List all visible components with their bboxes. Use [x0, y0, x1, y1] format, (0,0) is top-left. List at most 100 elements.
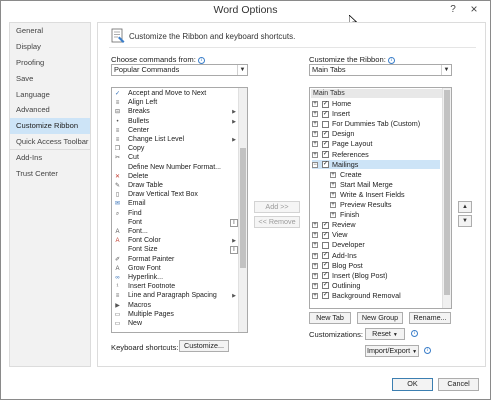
ribbon-tab-item[interactable]: + ✓ Home: [312, 99, 440, 109]
ribbon-tab-item[interactable]: + ✓ Insert (Blog Post): [312, 271, 440, 281]
ribbon-tab-item[interactable]: + Developer: [312, 240, 440, 250]
sidebar-item-display[interactable]: Display: [10, 39, 90, 55]
ribbon-group-item[interactable]: + Preview Results: [330, 200, 440, 210]
checkbox[interactable]: [322, 241, 329, 249]
expand-icon[interactable]: +: [312, 252, 318, 259]
ribbon-tab-item[interactable]: + ✓ Outlining: [312, 281, 440, 291]
sidebar-item-language[interactable]: Language: [10, 87, 90, 103]
command-item[interactable]: A Font Color ▶: [112, 237, 240, 246]
command-item[interactable]: ≡ Center: [112, 127, 240, 136]
expand-icon[interactable]: +: [312, 222, 318, 229]
tree-scrollbar[interactable]: [442, 88, 451, 308]
expand-icon[interactable]: +: [312, 121, 318, 128]
expand-icon[interactable]: +: [312, 101, 318, 107]
checkbox[interactable]: ✓: [322, 231, 329, 239]
command-item[interactable]: ⌕ Find: [112, 210, 240, 219]
command-item[interactable]: A Grow Font: [112, 265, 240, 274]
close-icon[interactable]: ×: [467, 3, 481, 16]
checkbox[interactable]: ✓: [322, 262, 329, 270]
expand-icon[interactable]: +: [312, 272, 318, 279]
ribbon-tab-item[interactable]: + ✓ Design: [312, 129, 440, 139]
ribbon-group-item[interactable]: + Create: [330, 170, 440, 180]
checkbox[interactable]: ✓: [322, 221, 329, 229]
expand-icon[interactable]: +: [312, 141, 318, 148]
command-item[interactable]: Font Size I: [112, 246, 240, 255]
scrollbar-thumb[interactable]: [240, 148, 246, 268]
command-item[interactable]: ▭ Multiple Pages: [112, 311, 240, 320]
move-up-button[interactable]: ▲: [458, 201, 472, 213]
cancel-button[interactable]: Cancel: [438, 378, 479, 391]
ribbon-tab-item[interactable]: + ✓ Background Removal: [312, 291, 440, 301]
choose-commands-dropdown[interactable]: Popular Commands ▼: [111, 64, 248, 76]
ribbon-group-item[interactable]: + Finish: [330, 210, 440, 220]
command-item[interactable]: ▭ New: [112, 320, 240, 329]
collapse-icon[interactable]: −: [312, 161, 318, 168]
command-item[interactable]: ⊟ Breaks ▶: [112, 108, 240, 117]
customize-ribbon-dropdown[interactable]: Main Tabs ▼: [309, 64, 452, 76]
ribbon-tab-item[interactable]: + ✓ References: [312, 150, 440, 160]
checkbox[interactable]: ✓: [322, 161, 329, 169]
sidebar-item-customize-ribbon[interactable]: Customize Ribbon: [10, 118, 90, 135]
expand-icon[interactable]: +: [330, 202, 336, 208]
ribbon-tab-item[interactable]: − ✓ Mailings: [312, 159, 440, 170]
scrollbar-thumb[interactable]: [444, 90, 450, 295]
command-item[interactable]: ¹ Insert Footnote: [112, 283, 240, 292]
checkbox[interactable]: ✓: [322, 110, 329, 118]
ribbon-tab-item[interactable]: + ✓ Review: [312, 220, 440, 230]
ribbon-tab-item[interactable]: + ✓ Insert: [312, 109, 440, 119]
command-item[interactable]: ▶ Macros: [112, 302, 240, 311]
command-item[interactable]: ✐ Format Painter: [112, 256, 240, 265]
expand-icon[interactable]: +: [330, 212, 336, 219]
new-group-button[interactable]: New Group: [357, 312, 403, 324]
command-item[interactable]: ✎ Draw Table: [112, 182, 240, 191]
command-item[interactable]: ❐ Copy: [112, 145, 240, 154]
command-item[interactable]: ✕ Delete: [112, 173, 240, 182]
command-item[interactable]: ≡ Line and Paragraph Spacing ▶: [112, 292, 240, 301]
add-button[interactable]: Add >>: [254, 201, 300, 213]
command-item[interactable]: • Bullets ▶: [112, 118, 240, 127]
expand-icon[interactable]: +: [330, 171, 336, 178]
expand-icon[interactable]: +: [312, 232, 318, 239]
ribbon-tabs-tree[interactable]: Main Tabs + ✓ Home + ✓ Insert + For Dummies Tab…: [309, 87, 452, 309]
customize-shortcuts-button[interactable]: Customize...: [179, 340, 229, 352]
ok-button[interactable]: OK: [392, 378, 433, 391]
expand-icon[interactable]: +: [312, 242, 318, 249]
command-item[interactable]: ✂ Cut: [112, 154, 240, 163]
checkbox[interactable]: [322, 120, 329, 128]
expand-icon[interactable]: +: [330, 191, 336, 198]
import-export-button[interactable]: Import/Export ▼: [365, 345, 419, 357]
command-item[interactable]: ≡ Align Left: [112, 99, 240, 108]
checkbox[interactable]: ✓: [322, 130, 329, 138]
ribbon-group-item[interactable]: + Write & Insert Fields: [330, 190, 440, 200]
expand-icon[interactable]: +: [312, 131, 318, 138]
ribbon-tab-item[interactable]: + ✓ Add-Ins: [312, 251, 440, 261]
checkbox[interactable]: ✓: [322, 292, 329, 300]
move-down-button[interactable]: ▼: [458, 215, 472, 227]
expand-icon[interactable]: +: [312, 282, 318, 289]
sidebar-item-save[interactable]: Save: [10, 71, 90, 87]
help-icon[interactable]: ?: [446, 3, 460, 16]
ribbon-group-item[interactable]: + Start Mail Merge: [330, 180, 440, 190]
ribbon-tab-item[interactable]: + For Dummies Tab (Custom): [312, 119, 440, 129]
sidebar-item-advanced[interactable]: Advanced: [10, 102, 90, 118]
expand-icon[interactable]: +: [312, 262, 318, 269]
command-item[interactable]: Define New Number Format...: [112, 164, 240, 173]
ribbon-tab-item[interactable]: + ✓ View: [312, 230, 440, 240]
command-item[interactable]: A Font...: [112, 228, 240, 237]
checkbox[interactable]: ✓: [322, 100, 329, 108]
rename-button[interactable]: Rename...: [409, 312, 451, 324]
commands-list[interactable]: ✓ Accept and Move to Next ≡ Align Left ⊟ Brea…: [111, 87, 248, 333]
sidebar-item-proofing[interactable]: Proofing: [10, 55, 90, 71]
ribbon-tab-item[interactable]: + ✓ Page Layout: [312, 139, 440, 149]
command-item[interactable]: ≡ Change List Level ▶: [112, 136, 240, 145]
command-item[interactable]: ✉ Email: [112, 200, 240, 209]
sidebar-item-general[interactable]: General: [10, 23, 90, 39]
ribbon-tab-item[interactable]: + ✓ Blog Post: [312, 261, 440, 271]
command-item[interactable]: ▯ Draw Vertical Text Box: [112, 191, 240, 200]
expand-icon[interactable]: +: [330, 181, 336, 188]
reset-button[interactable]: Reset ▼: [365, 328, 405, 340]
checkbox[interactable]: ✓: [322, 140, 329, 148]
new-tab-button[interactable]: New Tab: [309, 312, 351, 324]
expand-icon[interactable]: +: [312, 151, 318, 158]
remove-button[interactable]: << Remove: [254, 216, 300, 228]
